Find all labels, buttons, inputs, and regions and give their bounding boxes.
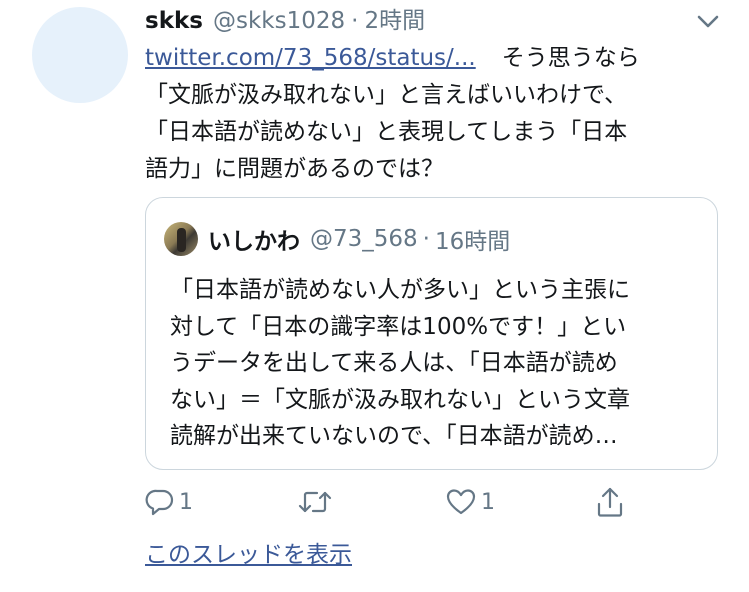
tweet[interactable]: skks @skks1028 · 2時間 twitter.com/73_568/… xyxy=(0,0,749,592)
tweet-text-line: twitter.com/73_568/status/... そう思うなら xyxy=(145,40,725,77)
reply-icon xyxy=(145,489,174,516)
header-separator: · xyxy=(351,8,359,34)
like-count: 1 xyxy=(481,489,495,515)
chevron-down-icon[interactable] xyxy=(693,10,723,34)
tweet-text: twitter.com/73_568/status/... そう思うなら 「文脈が… xyxy=(145,40,725,188)
quoted-avatar xyxy=(164,222,198,256)
action-bar: 1 1 xyxy=(145,485,645,519)
avatar[interactable] xyxy=(32,7,128,103)
tweet-text-segment: そう思うなら xyxy=(501,45,640,71)
quoted-author-handle: @73_568 xyxy=(310,226,418,252)
quoted-text-line: 対して「日本の識字率は100%です！」とい xyxy=(170,313,627,340)
like-icon xyxy=(446,489,476,515)
quoted-header-separator: · xyxy=(422,226,430,252)
reply-count: 1 xyxy=(179,489,193,515)
share-icon xyxy=(597,487,623,517)
tweet-text-line: 「日本語が読めない」と表現してしまう「日本 xyxy=(145,119,628,145)
tweet-header: skks @skks1028 · 2時間 xyxy=(145,4,425,38)
quoted-text-line: ない」＝「文脈が汲み取れない」という文章 xyxy=(170,386,630,413)
quoted-tweet-link[interactable]: twitter.com/73_568/status/... xyxy=(145,45,476,71)
tweet-text-line: 語力」に問題があるのでは？ xyxy=(145,156,444,182)
quoted-tweet-time: 16時間 xyxy=(434,229,511,255)
retweet-button[interactable] xyxy=(297,485,333,519)
author-name[interactable]: skks xyxy=(145,4,203,38)
retweet-icon xyxy=(298,491,332,513)
tweet-time[interactable]: 2時間 xyxy=(364,4,425,38)
quoted-tweet[interactable]: いしかわ @73_568 · 16時間 「日本語が読めない人が多い」という主張に… xyxy=(145,197,718,470)
show-thread-link[interactable]: このスレッドを表示 xyxy=(145,540,352,570)
reply-button[interactable]: 1 xyxy=(145,485,193,519)
share-button[interactable] xyxy=(595,485,625,519)
author-handle[interactable]: @skks1028 xyxy=(213,4,345,38)
tweet-text-line: 「文脈が汲み取れない」と言えばいいわけで、 xyxy=(145,82,628,108)
quoted-text-line: 読解が出来ていないので、「日本語が読め… xyxy=(170,423,618,449)
quoted-text-line: うデータを出して来る人は、「日本語が読め xyxy=(170,350,618,376)
quoted-author-name: いしかわ xyxy=(208,229,300,255)
quoted-tweet-header: いしかわ @73_568 · 16時間 xyxy=(164,222,510,256)
quoted-tweet-text: 「日本語が読めない人が多い」という主張に 対して「日本の識字率は100%です！」… xyxy=(170,272,710,455)
like-button[interactable]: 1 xyxy=(445,485,495,519)
quoted-text-line: 「日本語が読めない人が多い」という主張に xyxy=(170,277,630,303)
